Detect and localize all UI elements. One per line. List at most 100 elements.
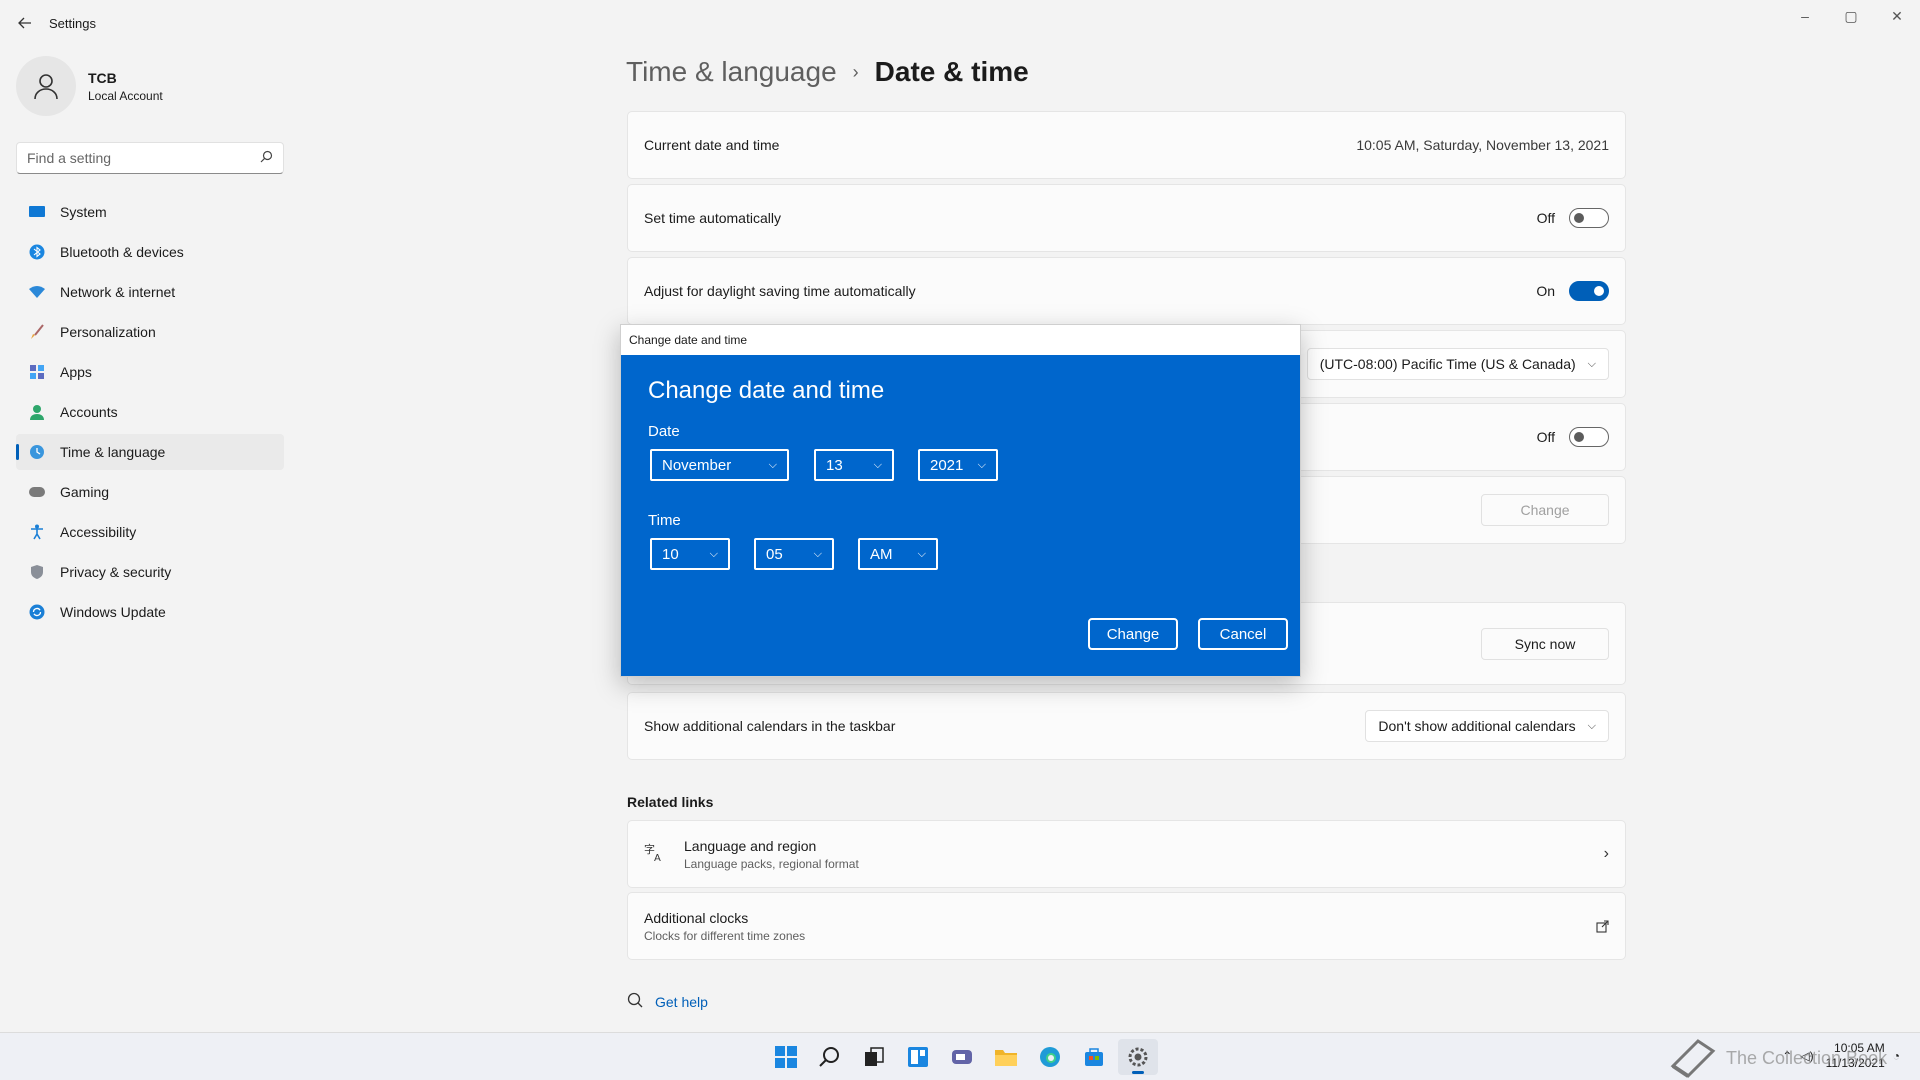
back-button[interactable] <box>14 12 36 34</box>
sidebar-nav: System Bluetooth & devices Network & int… <box>16 194 284 634</box>
language-region-link[interactable]: 字A Language and region Language packs, r… <box>627 820 1626 888</box>
sidebar-item-network[interactable]: Network & internet <box>16 274 284 310</box>
hour-select[interactable]: 10 ⌵ <box>650 538 730 570</box>
taskbar-icons <box>766 1039 1162 1075</box>
gamepad-icon <box>28 483 46 501</box>
task-view-icon[interactable] <box>854 1039 894 1075</box>
additional-clocks-title: Additional clocks <box>644 909 749 926</box>
maximize-button[interactable]: ▢ <box>1828 0 1874 32</box>
chevron-down-icon: ⌵ <box>1587 357 1596 370</box>
daylight-saving-toggle[interactable] <box>1569 281 1609 301</box>
minute-select[interactable]: 05 ⌵ <box>754 538 834 570</box>
person-icon <box>34 74 58 100</box>
additional-clocks-link[interactable]: Additional clocks Clocks for different t… <box>627 892 1626 960</box>
related-links-heading: Related links <box>627 794 714 810</box>
sidebar-item-bluetooth[interactable]: Bluetooth & devices <box>16 234 284 270</box>
current-datetime-card: Current date and time 10:05 AM, Saturday… <box>627 111 1626 179</box>
accessibility-icon <box>28 523 46 541</box>
book-logo-icon <box>1670 1039 1716 1078</box>
globe-clock-icon <box>28 443 46 461</box>
current-datetime-label: Current date and time <box>644 137 780 153</box>
system-icon <box>28 203 46 221</box>
language-region-title: Language and region <box>684 837 817 854</box>
date-label: Date <box>648 423 680 440</box>
additional-calendars-label: Show additional calendars in the taskbar <box>644 718 896 734</box>
day-value: 13 <box>826 456 843 474</box>
year-value: 2021 <box>930 456 964 474</box>
additional-clocks-subtitle: Clocks for different time zones <box>644 928 806 943</box>
get-help-label: Get help <box>655 994 708 1010</box>
chevron-down-icon: ⌵ <box>768 458 777 471</box>
start-icon[interactable] <box>766 1039 806 1075</box>
file-explorer-icon[interactable] <box>986 1039 1026 1075</box>
sidebar-item-windows-update[interactable]: Windows Update <box>16 594 284 630</box>
change-date-time-button[interactable]: Change <box>1481 494 1609 526</box>
time-zone-value: (UTC-08:00) Pacific Time (US & Canada) <box>1319 356 1576 372</box>
time-zone-dropdown[interactable]: (UTC-08:00) Pacific Time (US & Canada) ⌵ <box>1306 348 1609 380</box>
bluetooth-icon <box>28 243 46 261</box>
edge-icon[interactable] <box>1030 1039 1070 1075</box>
ampm-select[interactable]: AM ⌵ <box>858 538 938 570</box>
set-time-automatically-label: Set time automatically <box>644 210 781 226</box>
sidebar-item-label: Windows Update <box>60 604 166 620</box>
dialog-heading: Change date and time <box>648 377 885 404</box>
avatar <box>16 56 76 116</box>
set-time-automatically-toggle[interactable] <box>1569 208 1609 228</box>
sidebar-item-gaming[interactable]: Gaming <box>16 474 284 510</box>
sidebar-item-label: Apps <box>60 364 92 380</box>
apps-icon <box>28 363 46 381</box>
sidebar-item-apps[interactable]: Apps <box>16 354 284 390</box>
sidebar-item-label: Accounts <box>60 404 118 420</box>
sidebar-item-label: Network & internet <box>60 284 176 300</box>
profile-name: TCB <box>88 69 117 86</box>
sidebar-item-label: Bluetooth & devices <box>60 244 184 260</box>
back-arrow-icon <box>18 17 31 29</box>
daylight-saving-state: On <box>1536 283 1555 299</box>
sidebar-item-accounts[interactable]: Accounts <box>16 394 284 430</box>
chat-icon[interactable] <box>942 1039 982 1075</box>
year-select[interactable]: 2021 ⌵ <box>918 449 998 481</box>
sidebar-item-accessibility[interactable]: Accessibility <box>16 514 284 550</box>
get-help-link[interactable]: Get help <box>627 992 708 1012</box>
help-icon <box>627 992 643 1012</box>
close-button[interactable]: ✕ <box>1874 0 1920 32</box>
minimize-button[interactable]: – <box>1782 0 1828 32</box>
time-zone-auto-toggle[interactable] <box>1569 427 1609 447</box>
chevron-down-icon: ⌵ <box>873 458 882 471</box>
user-profile[interactable]: TCB Local Account <box>16 56 163 116</box>
sidebar-item-time-language[interactable]: Time & language <box>16 434 284 470</box>
chevron-down-icon: ⌵ <box>709 547 718 560</box>
language-region-subtitle: Language packs, regional format <box>684 856 859 871</box>
watermark: The Collection Book <box>1668 1036 1887 1080</box>
additional-calendars-card: Show additional calendars in the taskbar… <box>627 692 1626 760</box>
chevron-down-icon: ⌵ <box>813 547 822 560</box>
store-icon[interactable] <box>1074 1039 1114 1075</box>
watermark-text: The Collection Book <box>1726 1047 1888 1068</box>
notification-icon[interactable]: ◔ <box>1893 1049 1900 1063</box>
change-date-time-dialog: Change date and time Change date and tim… <box>620 324 1301 677</box>
shield-icon <box>28 563 46 581</box>
sidebar-item-label: System <box>60 204 107 220</box>
additional-calendars-value: Don't show additional calendars <box>1378 718 1576 734</box>
search-icon[interactable] <box>810 1039 850 1075</box>
chevron-down-icon: ⌵ <box>1587 719 1596 732</box>
set-time-automatically-state: Off <box>1536 210 1555 226</box>
search-input[interactable]: Find a setting <box>16 142 284 174</box>
sidebar-item-personalization[interactable]: Personalization <box>16 314 284 350</box>
dialog-cancel-button[interactable]: Cancel <box>1198 618 1288 650</box>
additional-calendars-dropdown[interactable]: Don't show additional calendars ⌵ <box>1365 710 1609 742</box>
sidebar-item-privacy[interactable]: Privacy & security <box>16 554 284 590</box>
sidebar-item-system[interactable]: System <box>16 194 284 230</box>
day-select[interactable]: 13 ⌵ <box>814 449 894 481</box>
sync-now-button[interactable]: Sync now <box>1481 627 1609 660</box>
breadcrumb-parent[interactable]: Time & language <box>626 56 837 88</box>
month-select[interactable]: November ⌵ <box>650 449 789 481</box>
settings-icon[interactable] <box>1118 1039 1158 1075</box>
breadcrumb: Time & language › Date & time <box>626 56 1029 88</box>
time-label: Time <box>648 512 681 529</box>
external-link-icon <box>1596 919 1609 933</box>
taskbar: ⌃ ◁) 10:05 AM 11/13/2021 ◔ <box>0 1032 1920 1080</box>
dialog-change-button[interactable]: Change <box>1088 618 1178 650</box>
search-placeholder: Find a setting <box>27 150 112 166</box>
widgets-icon[interactable] <box>898 1039 938 1075</box>
